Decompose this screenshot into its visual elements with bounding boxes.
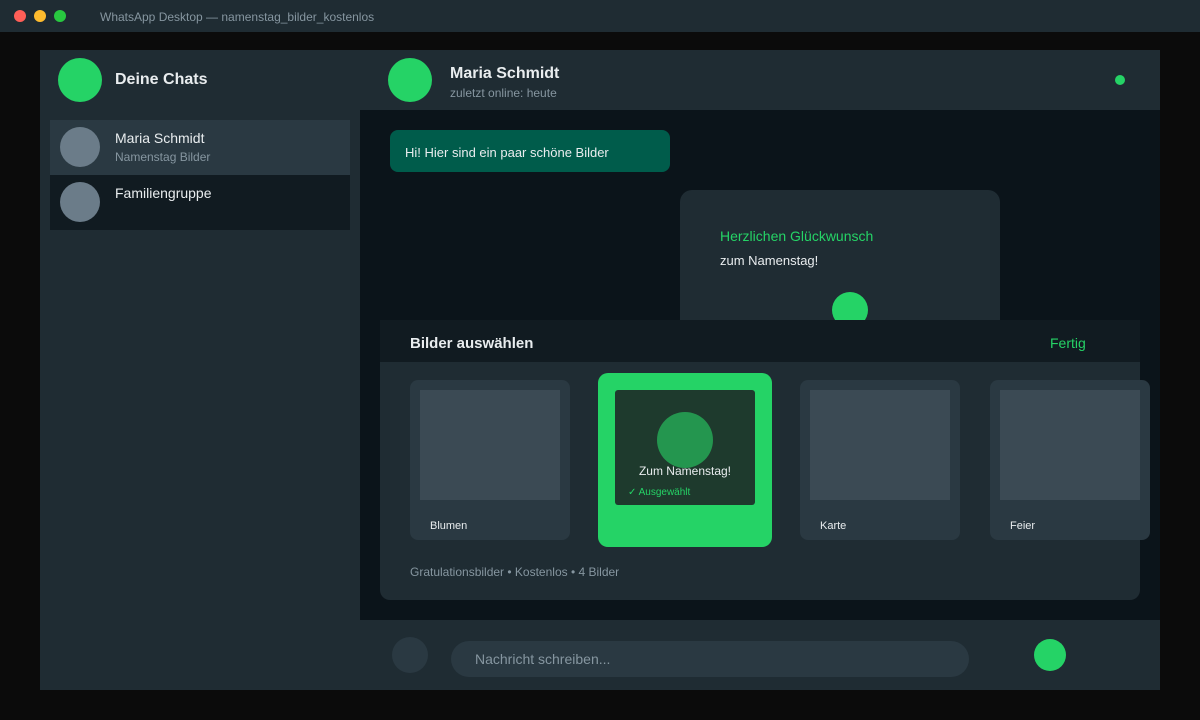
tile-label: Karte [820, 520, 847, 532]
picker-title: Bilder auswählen [410, 335, 534, 352]
image-tile-feier[interactable]: Feier [990, 380, 1150, 540]
avatar [60, 127, 100, 167]
conversation-header: Maria Schmidt zuletzt online: heute [360, 50, 1160, 110]
contact-avatar[interactable] [388, 58, 432, 102]
image-thumbnail: Zum Namenstag! ✓ Ausgewählt [615, 390, 755, 505]
send-icon[interactable] [1034, 639, 1066, 671]
sidebar-title: Deine Chats [115, 71, 208, 88]
contact-status: zuletzt online: heute [450, 86, 557, 100]
thumbnail-circle-icon [657, 412, 713, 468]
card-subtitle: zum Namenstag! [720, 253, 819, 268]
contact-name: Maria Schmidt [450, 65, 560, 82]
card-title: Herzlichen Glückwunsch [720, 228, 874, 244]
avatar [60, 182, 100, 222]
image-tile-karte[interactable]: Karte [800, 380, 960, 540]
window-title: WhatsApp Desktop — namenstag_bilder_kost… [100, 10, 375, 24]
tile-label: Feier [1010, 520, 1036, 532]
outgoing-message: Hi! Hier sind ein paar schöne Bilder [390, 130, 670, 172]
chat-item-familiengruppe[interactable]: Familiengruppe [50, 175, 350, 230]
close-window-button[interactable] [14, 10, 26, 22]
online-indicator-icon [1115, 75, 1125, 85]
image-tile-blumen[interactable]: Blumen [410, 380, 570, 540]
maximize-window-button[interactable] [54, 10, 66, 22]
minimize-window-button[interactable] [34, 10, 46, 22]
image-thumbnail [420, 390, 560, 500]
chat-preview: Namenstag Bilder [115, 150, 211, 164]
title-bar: WhatsApp Desktop — namenstag_bilder_kost… [0, 0, 1200, 32]
image-thumbnail [810, 390, 950, 500]
tile-label: Blumen [430, 520, 468, 532]
selected-indicator: ✓ Ausgewählt [628, 487, 691, 498]
chat-item-maria-schmidt[interactable]: Maria Schmidt Namenstag Bilder [50, 120, 350, 175]
sidebar: Deine Chats Maria Schmidt Namenstag Bild… [40, 50, 360, 690]
message-composer [360, 620, 1160, 690]
picker-header: Bilder auswählen Fertig [380, 320, 1140, 362]
image-tile-zum-namenstag[interactable]: Zum Namenstag! ✓ Ausgewählt [598, 373, 772, 547]
chat-name: Maria Schmidt [115, 130, 205, 146]
chat-name: Familiengruppe [115, 185, 212, 201]
whatsapp-app: Deine Chats Maria Schmidt Namenstag Bild… [40, 50, 1160, 690]
done-button[interactable]: Fertig [1050, 335, 1086, 351]
image-picker: Bilder auswählen Fertig Blumen Zum Namen… [380, 320, 1150, 600]
profile-avatar[interactable] [58, 58, 102, 102]
tile-label: Zum Namenstag! [638, 464, 732, 478]
picker-footer: Gratulationsbilder • Kostenlos • 4 Bilde… [410, 565, 620, 579]
emoji-icon[interactable] [392, 637, 428, 673]
image-thumbnail [1000, 390, 1140, 500]
message-input[interactable] [451, 641, 969, 677]
conversation-panel: Maria Schmidt zuletzt online: heute Hi! … [360, 50, 1160, 690]
